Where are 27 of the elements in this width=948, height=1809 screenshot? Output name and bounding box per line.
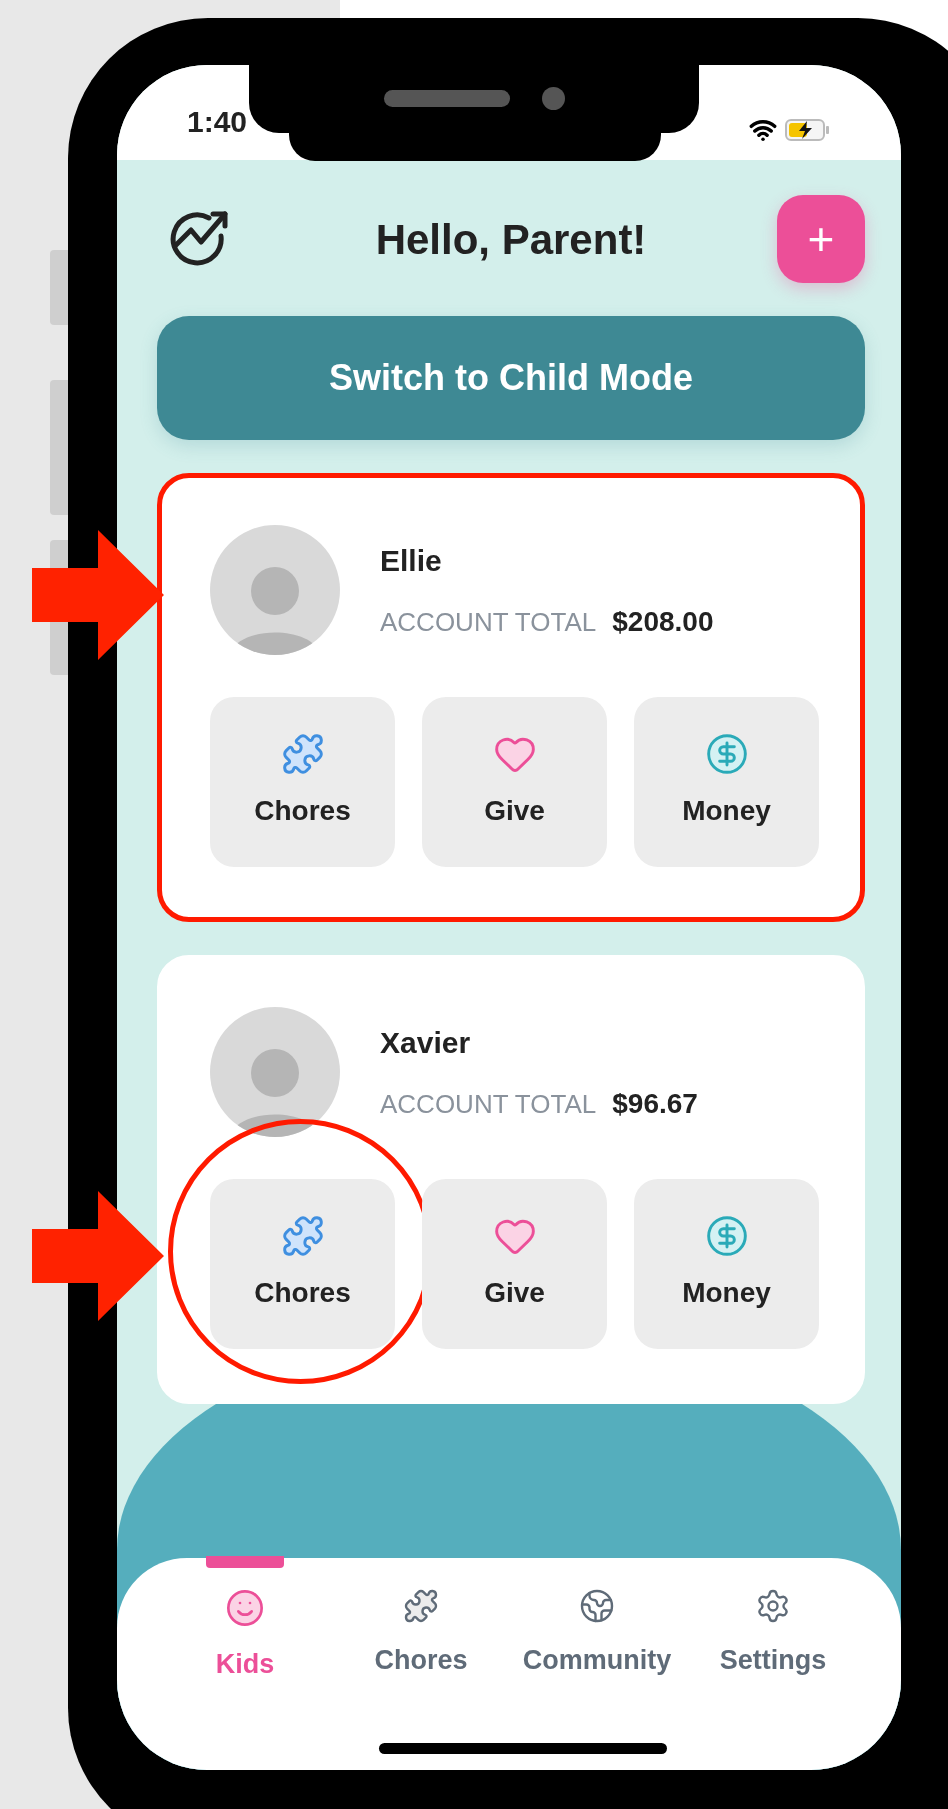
puzzle-icon <box>280 1214 325 1258</box>
globe-icon <box>579 1588 615 1624</box>
dollar-icon <box>704 732 749 776</box>
account-total-label: ACCOUNT TOTAL <box>380 605 597 639</box>
child-name: Xavier <box>380 1024 472 1061</box>
battery-icon <box>785 119 831 141</box>
nav-tab[interactable]: Chores <box>333 1588 509 1681</box>
settings-icon <box>755 1588 791 1624</box>
action-tile[interactable]: Money <box>634 1179 819 1349</box>
action-tile[interactable]: Give <box>422 1179 607 1349</box>
account-total-label: ACCOUNT TOTAL <box>380 1087 597 1121</box>
nav-tab[interactable]: Settings <box>685 1588 861 1681</box>
action-tile[interactable]: Chores <box>210 697 395 867</box>
puzzle-icon <box>403 1588 439 1624</box>
switch-mode-button[interactable]: Switch to Child Mode <box>157 316 865 440</box>
smiley-face-icon <box>225 1588 265 1628</box>
status-time: 1:40 <box>187 104 248 140</box>
action-tile[interactable]: Chores <box>210 1179 395 1349</box>
account-total-amount: $208.00 <box>612 604 714 639</box>
child-name: Ellie <box>380 542 443 579</box>
action-tile[interactable]: Give <box>422 697 607 867</box>
dollar-icon <box>704 1214 749 1258</box>
greeting-title: Hello, Parent! <box>374 214 648 265</box>
puzzle-icon <box>280 732 325 776</box>
account-total-amount: $96.67 <box>612 1086 698 1121</box>
action-tile[interactable]: Money <box>634 697 819 867</box>
nav-tab[interactable]: Community <box>509 1588 685 1681</box>
